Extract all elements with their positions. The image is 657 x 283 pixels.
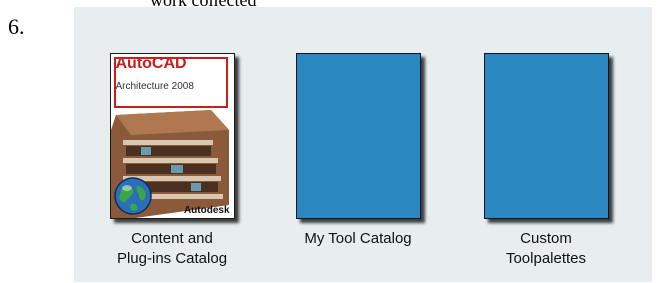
catalog-label: Custom Toolpalettes (505, 230, 587, 267)
blank-catalog-cover[interactable] (483, 53, 609, 219)
catalog-browser-panel: AutoCAD Architecture 2008 Autodesk Conte… (74, 7, 652, 282)
autocad-catalog-cover[interactable]: AutoCAD Architecture 2008 Autodesk (109, 53, 235, 219)
brand-name: AutoCAD (115, 55, 187, 72)
blank-catalog-cover[interactable] (295, 53, 421, 219)
catalog-content-plugins[interactable]: AutoCAD Architecture 2008 Autodesk Conte… (87, 53, 257, 269)
vendor-logo: Autodesk (183, 205, 230, 216)
catalog-label: My Tool Catalog (304, 230, 412, 247)
step-number: 6. (8, 14, 25, 39)
catalog-label: Content and Plug-ins Catalog (116, 230, 228, 267)
catalog-my-tool[interactable]: My Tool Catalog (273, 53, 443, 249)
catalog-custom-toolpalettes[interactable]: Custom Toolpalettes (461, 53, 631, 269)
product-name: Architecture 2008 (115, 81, 194, 92)
globe-icon (113, 177, 152, 215)
